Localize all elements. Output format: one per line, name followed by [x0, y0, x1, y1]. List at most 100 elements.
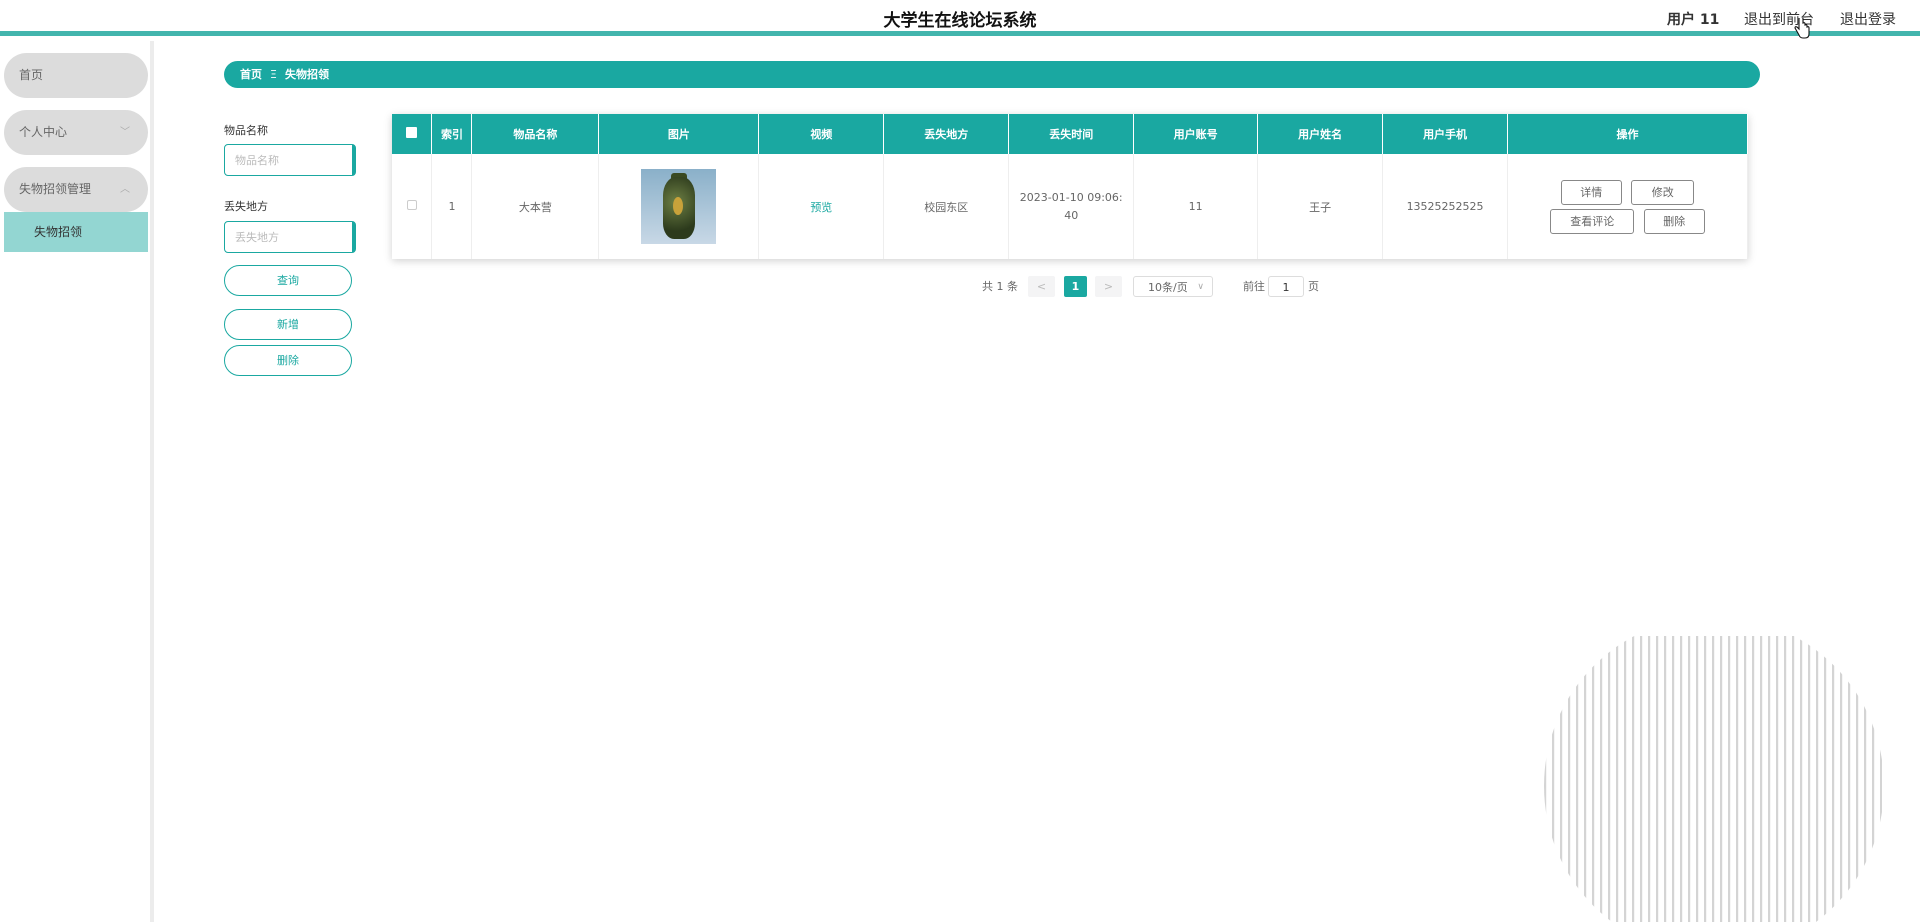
sidebar-item-label: 首页	[19, 68, 44, 82]
sidebar: 首页 个人中心 ﹀ 失物招领管理 ︿ 失物招领	[0, 41, 154, 922]
pagination-total: 共 1 条	[982, 280, 1018, 293]
add-button[interactable]: 新增	[224, 309, 352, 340]
decorative-stripe	[1688, 636, 1691, 922]
decorative-stripe	[1568, 636, 1571, 922]
decorative-stripe	[1592, 636, 1595, 922]
column-header: 视频	[758, 114, 885, 154]
lost-time-cell: 2023-01-10 09:06:40	[1008, 154, 1135, 259]
chevron-down-icon: ﹀	[120, 127, 130, 138]
video-cell: 预览	[758, 154, 885, 259]
decorative-stripe	[1656, 636, 1659, 922]
column-header: 丢失地方	[883, 114, 1010, 154]
video-preview-link[interactable]: 预览	[810, 201, 832, 214]
phone-cell: 13525252525	[1382, 154, 1509, 259]
decorative-stripe	[1584, 636, 1587, 922]
decorative-stripe	[1792, 636, 1795, 922]
column-header: 物品名称	[471, 114, 600, 154]
image-cell	[598, 154, 760, 259]
decorative-striped-circle	[1544, 636, 1882, 922]
decorative-stripe	[1728, 636, 1731, 922]
prev-page-button[interactable]: <	[1028, 276, 1055, 297]
lost-place-cell: 校园东区	[883, 154, 1010, 259]
batch-delete-button[interactable]: 删除	[224, 345, 352, 376]
item-name-label: 物品名称	[224, 124, 268, 137]
sidebar-subitem-lost-found[interactable]: 失物招领	[4, 212, 148, 252]
sidebar-item-label: 个人中心	[19, 125, 68, 139]
column-header: 图片	[598, 114, 760, 154]
decorative-stripe	[1848, 636, 1851, 922]
decorative-stripe	[1576, 636, 1579, 922]
decorative-stripe	[1552, 636, 1555, 922]
next-page-button[interactable]: >	[1095, 276, 1122, 297]
decorative-stripe	[1776, 636, 1779, 922]
view-comments-button[interactable]: 查看评论	[1550, 208, 1635, 234]
top-bar: 大学生在线论坛系统 用户 11 退出到前台 退出登录	[0, 0, 1920, 36]
lost-time-text: 2023-01-10 09:06:40	[1019, 190, 1123, 222]
hand-pointer-icon	[1794, 18, 1810, 39]
page-1-button[interactable]: 1	[1064, 276, 1087, 297]
edit-button[interactable]: 修改	[1631, 179, 1695, 205]
decorative-stripe	[1840, 636, 1843, 922]
column-header: 操作	[1507, 114, 1748, 154]
column-header: 用户账号	[1133, 114, 1259, 154]
row-select-cell	[392, 154, 433, 259]
sidebar-item-personal-center[interactable]: 个人中心 ﹀	[4, 110, 148, 155]
decorative-stripe	[1624, 636, 1627, 922]
item-image[interactable]	[641, 169, 717, 244]
goto-page-input[interactable]: 1	[1268, 276, 1304, 297]
row-checkbox[interactable]	[406, 200, 417, 210]
decorative-stripe	[1736, 636, 1739, 922]
decorative-stripe	[1648, 636, 1651, 922]
chevron-up-icon: ︿	[120, 184, 130, 195]
decorative-stripe	[1664, 636, 1667, 922]
query-button[interactable]: 查询	[224, 265, 352, 296]
column-header: 用户姓名	[1257, 114, 1384, 154]
decorative-stripe	[1808, 636, 1811, 922]
sidebar-item-lost-found-management[interactable]: 失物招领管理 ︿	[4, 167, 148, 212]
decorative-stripe	[1880, 636, 1882, 922]
sidebar-item-home[interactable]: 首页	[4, 53, 148, 98]
page-size-select[interactable]: 10条/页 ∨	[1133, 276, 1213, 297]
decorative-stripe	[1704, 636, 1707, 922]
breadcrumb-current: 失物招领	[284, 68, 329, 81]
decorative-stripe	[1560, 636, 1563, 922]
decorative-stripe	[1632, 636, 1635, 922]
decorative-stripe	[1608, 636, 1611, 922]
decorative-stripe	[1672, 636, 1675, 922]
decorative-stripe	[1760, 636, 1763, 922]
decorative-stripe	[1872, 636, 1875, 922]
decorative-stripe	[1800, 636, 1803, 922]
detail-button[interactable]: 详情	[1560, 179, 1622, 205]
decorative-stripe	[1856, 636, 1859, 922]
decorative-stripe	[1744, 636, 1747, 922]
item-name-input[interactable]	[224, 144, 356, 176]
username-cell: 王子	[1257, 154, 1384, 259]
item-name-cell: 大本营	[471, 154, 600, 259]
lost-found-table: 索引 物品名称 图片 视频 丢失地方 丢失时间 用户账号 用户姓名 用户手机 操…	[392, 114, 1748, 259]
breadcrumb-separator: Ξ	[270, 68, 277, 81]
breadcrumb: 首页 Ξ 失物招领	[224, 61, 1760, 88]
column-header: 丢失时间	[1008, 114, 1135, 154]
decorative-stripe	[1752, 636, 1755, 922]
decorative-stripe	[1816, 636, 1819, 922]
decorative-stripe	[1640, 636, 1643, 922]
decorative-stripe	[1864, 636, 1867, 922]
goto-label: 前往	[1243, 280, 1265, 293]
breadcrumb-home[interactable]: 首页	[240, 68, 262, 81]
decorative-stripe	[1768, 636, 1771, 922]
table-row: 1 大本营 预览 校园东区 2023-01-10 09:06:40 11 王子 …	[392, 154, 1748, 259]
actions-cell: 详情 修改 查看评论 删除	[1507, 154, 1748, 259]
lost-place-input[interactable]	[224, 221, 356, 253]
delete-button[interactable]: 删除	[1643, 208, 1705, 234]
select-all-header[interactable]	[392, 114, 433, 154]
logout-link[interactable]: 退出登录	[1840, 9, 1896, 29]
sidebar-item-label: 失物招领管理	[19, 182, 92, 196]
chevron-down-icon: ∨	[1197, 282, 1204, 292]
current-user: 用户 11	[1667, 12, 1720, 28]
decorative-stripe	[1720, 636, 1723, 922]
index-cell: 1	[431, 154, 473, 259]
decorative-stripe	[1680, 636, 1683, 922]
column-header: 索引	[431, 114, 473, 154]
select-all-checkbox[interactable]	[406, 127, 418, 138]
decorative-stripe	[1832, 636, 1835, 922]
